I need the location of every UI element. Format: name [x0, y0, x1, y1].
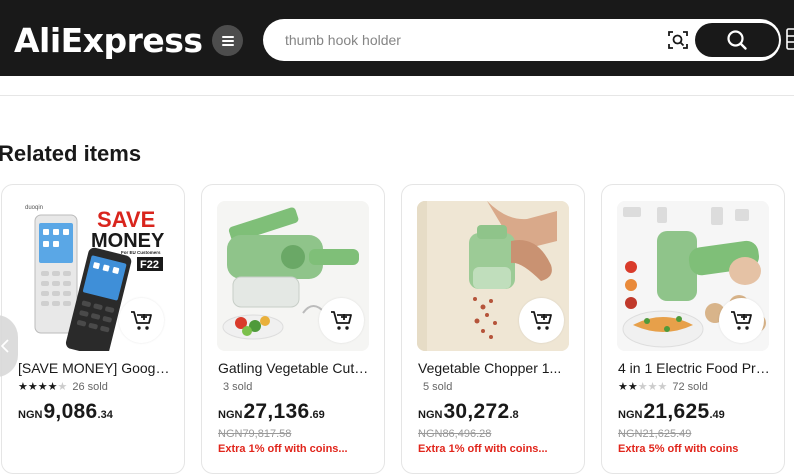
coins-promo: Extra 1% off with coins... — [418, 443, 548, 455]
divider — [0, 95, 794, 96]
add-to-cart-button[interactable] — [519, 298, 564, 343]
star-icon: ★ — [18, 380, 28, 393]
sold-count: 72 sold — [672, 381, 708, 393]
product-price: NGN 27,136 .69 — [218, 400, 325, 424]
star-icon: ★ — [57, 380, 68, 393]
sold-count: 26 sold — [72, 381, 108, 393]
price-currency: NGN — [618, 409, 643, 421]
price-main: 27,136 — [243, 400, 310, 423]
product-title[interactable]: [SAVE MONEY] Google... — [18, 360, 170, 376]
sold-count: 3 sold — [223, 381, 253, 393]
price-decimal: .69 — [309, 409, 325, 421]
product-card[interactable]: duoqin SAVE MONEY For EU Customers F22 [… — [1, 184, 185, 474]
price-currency: NGN — [218, 409, 243, 421]
chevron-left-icon — [1, 339, 9, 353]
search-icon — [727, 30, 747, 50]
product-card[interactable]: 4 in 1 Electric Food Processor ★★★★★ 72 … — [601, 184, 785, 474]
hamburger-menu-button[interactable] — [212, 25, 243, 56]
product-image[interactable]: duoqin SAVE MONEY For EU Customers F22 — [17, 201, 169, 351]
star-icon: ★ — [627, 380, 638, 393]
product-image[interactable] — [417, 201, 569, 351]
hamburger-menu-icon — [221, 35, 234, 46]
search-input[interactable] — [285, 27, 645, 53]
add-to-cart-icon — [130, 310, 152, 330]
rating-row: 5 sold — [423, 380, 452, 394]
coins-promo: Extra 5% off with coins — [618, 443, 739, 455]
search-bar — [263, 19, 781, 61]
search-button[interactable] — [695, 23, 779, 57]
star-icon: ★ — [647, 380, 658, 393]
add-to-cart-icon — [730, 310, 752, 330]
rating-row: 3 sold — [223, 380, 252, 394]
sold-count: 5 sold — [423, 381, 453, 393]
product-price: NGN 30,272 .8 — [418, 400, 519, 424]
star-icon: ★ — [37, 380, 48, 393]
coins-promo: Extra 1% off with coins... — [218, 443, 348, 455]
product-image[interactable] — [617, 201, 769, 351]
star-icon: ★ — [637, 380, 648, 393]
product-title[interactable]: Vegetable Chopper 1... — [418, 360, 570, 376]
product-title[interactable]: Gatling Vegetable Cutter — [218, 360, 370, 376]
section-title: Related items — [0, 141, 142, 166]
add-to-cart-button[interactable] — [319, 298, 364, 343]
rating-row: ★ ★ ★ ★ ★ 72 sold — [618, 380, 708, 394]
star-icon: ★ — [47, 380, 58, 393]
price-decimal: .8 — [509, 409, 519, 421]
add-to-cart-icon — [530, 310, 552, 330]
product-price: NGN 21,625 .49 — [618, 400, 725, 424]
image-text-line3: For EU Customers — [121, 250, 161, 255]
product-card[interactable]: Vegetable Chopper 1... 5 sold NGN 30,272… — [401, 184, 585, 474]
product-card[interactable]: Gatling Vegetable Cutter 3 sold NGN 27,1… — [201, 184, 385, 474]
add-to-cart-icon — [330, 310, 352, 330]
image-model-text: F22 — [140, 259, 159, 271]
star-icon: ★ — [657, 380, 668, 393]
logo-text: AliExpress — [14, 20, 203, 60]
price-currency: NGN — [18, 409, 43, 421]
star-icon: ★ — [618, 380, 628, 393]
original-price: NGN79,817.58 — [218, 428, 292, 440]
image-text-line2: MONEY — [91, 230, 165, 252]
add-to-cart-button[interactable] — [119, 298, 164, 343]
aliexpress-logo[interactable]: AliExpress — [14, 18, 203, 62]
original-price: NGN86,496.28 — [418, 428, 492, 440]
app-grid-icon[interactable] — [786, 28, 794, 50]
price-decimal: .34 — [97, 409, 113, 421]
add-to-cart-button[interactable] — [719, 298, 764, 343]
price-currency: NGN — [418, 409, 443, 421]
price-main: 21,625 — [643, 400, 710, 423]
image-brand-text: duoqin — [25, 205, 43, 211]
star-rating: ★ ★ ★ ★ ★ — [18, 380, 68, 393]
price-main: 9,086 — [43, 400, 98, 423]
product-price: NGN 9,086 .34 — [18, 400, 113, 424]
rating-row: ★ ★ ★ ★ ★ 26 sold — [18, 380, 108, 394]
price-decimal: .49 — [709, 409, 725, 421]
product-image[interactable] — [217, 201, 369, 351]
top-bar: AliExpress — [0, 0, 794, 76]
image-search-icon[interactable] — [667, 29, 689, 51]
star-rating: ★ ★ ★ ★ ★ — [618, 380, 668, 393]
price-main: 30,272 — [443, 400, 510, 423]
product-title[interactable]: 4 in 1 Electric Food Processor — [618, 360, 770, 376]
image-text-line1: SAVE — [97, 207, 155, 232]
original-price: NGN21,625.49 — [618, 428, 692, 440]
star-icon: ★ — [27, 380, 38, 393]
